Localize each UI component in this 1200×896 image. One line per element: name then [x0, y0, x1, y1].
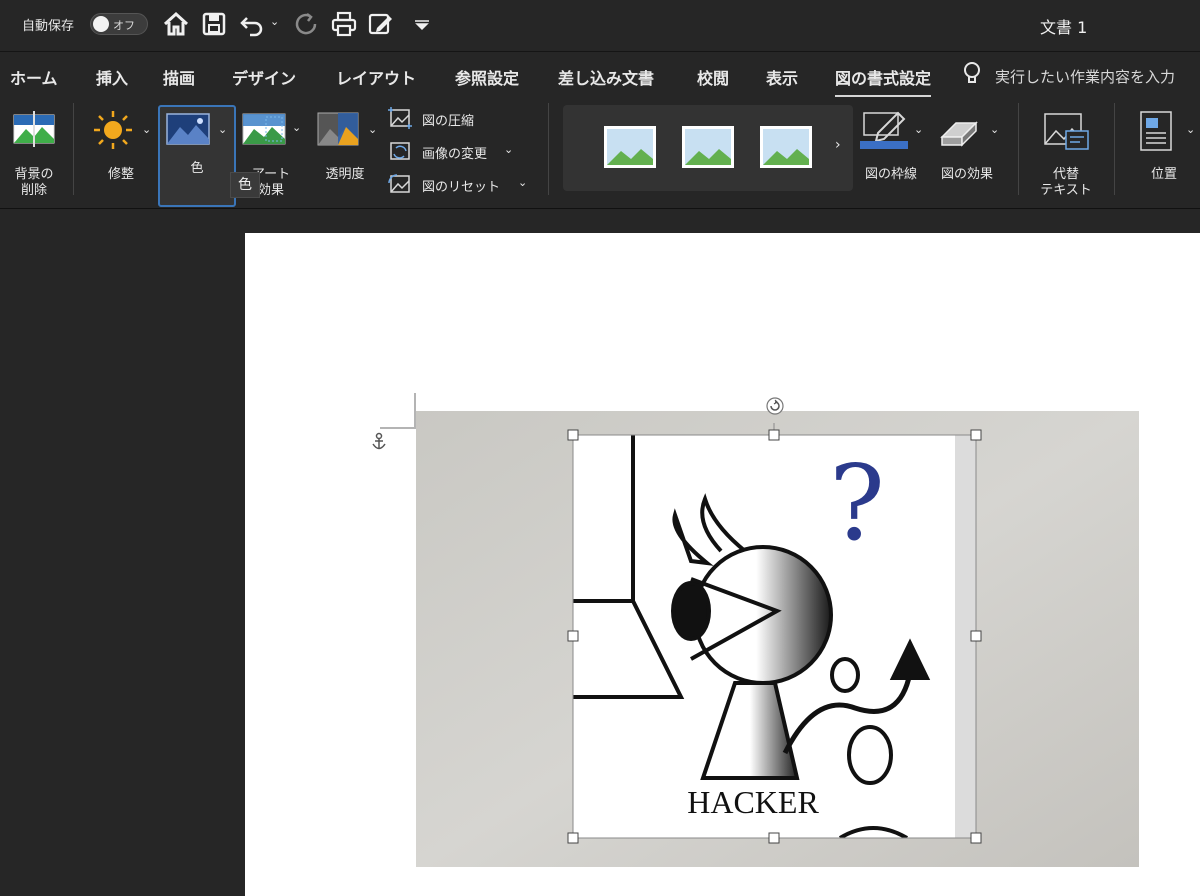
- home-icon[interactable]: [162, 10, 190, 38]
- picture-effects-button[interactable]: ⌄ 図の効果: [934, 105, 1008, 201]
- picture-effects-label: 図の効果: [940, 167, 993, 182]
- anchor-icon: [372, 432, 386, 450]
- tab-view[interactable]: 表示: [766, 65, 798, 89]
- print-icon[interactable]: [330, 10, 358, 38]
- tab-home[interactable]: ホーム: [10, 65, 58, 89]
- autosave-toggle[interactable]: オフ: [90, 13, 148, 35]
- picture-effects-icon: [940, 121, 978, 147]
- rotate-handle-icon: [766, 397, 784, 415]
- hacker-text: HACKER: [687, 784, 819, 820]
- chevron-down-icon: ⌄: [292, 121, 302, 134]
- picture-style-3[interactable]: [759, 125, 813, 169]
- color-picture-icon: [166, 113, 210, 145]
- ribbon-tabs: ホーム 挿入 描画 デザイン レイアウト 参照設定 差し込み文書 校閲 表示 図…: [0, 53, 1200, 98]
- alt-text-button[interactable]: 代替 テキスト: [1030, 105, 1102, 201]
- lightbulb-icon: [964, 62, 980, 83]
- compress-icon: [388, 107, 412, 129]
- page-canvas: ? HACKER: [372, 393, 1139, 867]
- chevron-down-icon: ⌄: [504, 143, 514, 156]
- color-label: 色: [190, 161, 204, 176]
- color-tooltip: 色: [230, 172, 260, 198]
- tab-insert[interactable]: 挿入: [96, 65, 128, 89]
- color-button[interactable]: ⌄ 色: [158, 105, 236, 207]
- redo-icon[interactable]: [292, 10, 320, 38]
- ribbon-separator: [548, 103, 549, 195]
- tab-draw[interactable]: 描画: [163, 65, 195, 89]
- edit-document-icon[interactable]: [367, 10, 395, 38]
- reset-picture-label: 図のリセット: [422, 180, 501, 195]
- tab-picture-format[interactable]: 図の書式設定: [835, 65, 932, 98]
- document-title: 文書 1: [1040, 18, 1088, 37]
- transparency-button[interactable]: ⌄ 透明度: [312, 105, 382, 201]
- change-picture-button[interactable]: 画像の変更 ⌄: [388, 140, 538, 164]
- tab-design[interactable]: デザイン: [232, 65, 296, 89]
- customize-toolbar-icon[interactable]: [408, 10, 436, 38]
- undo-dropdown-icon[interactable]: ⌄: [270, 15, 279, 28]
- picture-style-1[interactable]: [603, 125, 657, 169]
- compress-label: 図の圧縮: [422, 114, 475, 129]
- pen-border-icon: [860, 111, 908, 149]
- chevron-down-icon: ⌄: [518, 176, 528, 189]
- tab-references[interactable]: 参照設定: [455, 65, 519, 89]
- tab-layout[interactable]: レイアウト: [336, 65, 416, 89]
- question-mark: ?: [829, 442, 885, 564]
- autosave-toggle-state: オフ: [113, 19, 135, 32]
- transparency-label: 透明度: [325, 167, 365, 182]
- position-button[interactable]: ⌄ 位置: [1128, 105, 1200, 201]
- reset-picture-icon: [388, 174, 410, 193]
- reset-picture-button[interactable]: 図のリセット ⌄: [388, 173, 538, 197]
- ribbon: 背景の 削除 ⌄ 修整 ⌄ 色 ⌄ アート 効果 ⌄ 透明度 図の圧縮 画像の変…: [0, 97, 1200, 209]
- picture-border-label: 図の枠線: [864, 167, 917, 182]
- chevron-down-icon: ⌄: [142, 123, 152, 136]
- ribbon-separator: [73, 103, 74, 195]
- corrections-label: 修整: [107, 167, 134, 182]
- compress-pictures-button[interactable]: 図の圧縮: [388, 107, 538, 131]
- remove-background-button[interactable]: 背景の 削除: [4, 105, 64, 201]
- picture-styles-gallery[interactable]: ›: [563, 105, 853, 191]
- artistic-effects-icon: [242, 113, 286, 145]
- corrections-button[interactable]: ⌄ 修整: [86, 105, 156, 201]
- tab-review[interactable]: 校閲: [697, 65, 729, 89]
- toggle-knob: [93, 16, 109, 32]
- change-picture-icon: [390, 142, 410, 160]
- tell-me-input[interactable]: 実行したい作業内容を入力: [995, 66, 1175, 87]
- chevron-down-icon: ⌄: [368, 123, 378, 136]
- ribbon-separator: [1114, 103, 1115, 195]
- sun-icon: [94, 111, 132, 149]
- tab-mailings[interactable]: 差し込み文書: [558, 65, 654, 89]
- document-page[interactable]: ? HACKER: [245, 233, 1200, 896]
- picture-style-2[interactable]: [681, 125, 735, 169]
- remove-background-icon: [13, 111, 55, 147]
- document-workspace: ? HACKER: [0, 210, 1200, 896]
- gallery-more-chevron-icon[interactable]: ›: [835, 137, 841, 153]
- alt-text-icon: [1044, 113, 1089, 150]
- picture-border-button[interactable]: ⌄ 図の枠線: [858, 105, 928, 201]
- remove-background-label: 背景の 削除: [14, 167, 54, 198]
- autosave-label: 自動保存: [22, 19, 75, 34]
- change-picture-label: 画像の変更: [422, 147, 488, 162]
- margin-corner-marker: [380, 393, 416, 429]
- chevron-down-icon: ⌄: [1186, 123, 1196, 136]
- chevron-down-icon: ⌄: [914, 123, 924, 136]
- ribbon-separator: [1018, 103, 1019, 195]
- position-label: 位置: [1150, 167, 1177, 182]
- position-icon: [1140, 111, 1172, 151]
- save-icon[interactable]: [200, 10, 228, 38]
- chevron-down-icon: ⌄: [218, 123, 228, 136]
- transparency-icon: [317, 112, 359, 146]
- chevron-down-icon: ⌄: [990, 123, 1000, 136]
- undo-icon[interactable]: [238, 10, 266, 38]
- title-bar: 自動保存 オフ ⌄ 文書 1: [0, 0, 1200, 52]
- alt-text-label: 代替 テキスト: [1040, 167, 1092, 198]
